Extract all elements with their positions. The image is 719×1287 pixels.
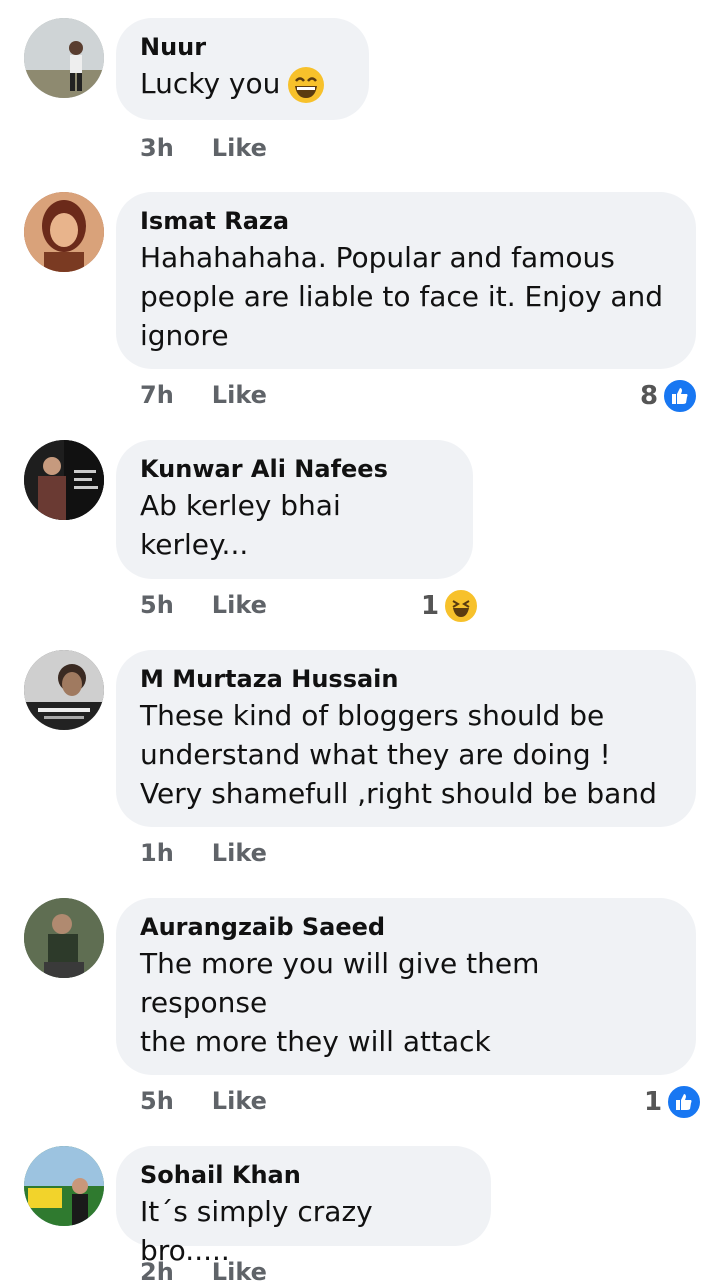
comment-actions: 7h Like (140, 381, 267, 409)
avatar[interactable] (24, 1146, 104, 1226)
like-button[interactable]: Like (212, 1087, 267, 1115)
comment-actions: 5h Like (140, 1087, 267, 1115)
comment-bubble: Nuur Lucky you (116, 18, 369, 120)
comment-bubble: Ismat Raza Hahahahaha. Popular and famou… (116, 192, 696, 369)
reaction-summary[interactable]: 8 (640, 378, 699, 414)
avatar[interactable] (24, 192, 104, 272)
comment-text: The more you will give them response the… (140, 947, 540, 1058)
like-button[interactable]: Like (212, 381, 267, 409)
comment-time[interactable]: 5h (140, 591, 174, 619)
like-button[interactable]: Like (212, 591, 267, 619)
like-button[interactable]: Like (212, 1258, 267, 1286)
reaction-count: 8 (640, 381, 659, 411)
comment-author[interactable]: Nuur (140, 32, 345, 62)
comment-author[interactable]: M Murtaza Hussain (140, 664, 672, 694)
comment-time[interactable]: 5h (140, 1087, 174, 1115)
grinning-emoji-icon (288, 67, 325, 103)
comment-actions: 3h Like (140, 134, 267, 162)
comment-bubble: Kunwar Ali Nafees Ab kerley bhai kerley.… (116, 440, 473, 579)
comment-time[interactable]: 2h (140, 1258, 174, 1286)
comment-text: These kind of bloggers should be underst… (140, 699, 657, 810)
like-button[interactable]: Like (212, 839, 267, 867)
comment-time[interactable]: 3h (140, 134, 174, 162)
comment-author[interactable]: Kunwar Ali Nafees (140, 454, 449, 484)
comment-bubble: Aurangzaib Saeed The more you will give … (116, 898, 696, 1075)
avatar[interactable] (24, 440, 104, 520)
comment-bubble: Sohail Khan It´s simply crazy bro..... (116, 1146, 491, 1267)
avatar[interactable] (24, 898, 104, 978)
reaction-summary[interactable]: 1 (644, 1084, 703, 1120)
like-reaction-icon (666, 1084, 703, 1120)
comment-actions: 2h Like (140, 1258, 267, 1286)
comment-author[interactable]: Sohail Khan (140, 1160, 467, 1190)
comment-bubble: M Murtaza Hussain These kind of bloggers… (116, 650, 696, 827)
haha-reaction-icon (443, 588, 480, 624)
avatar[interactable] (24, 650, 104, 730)
comment-actions: 1h Like (140, 839, 267, 867)
comment-author[interactable]: Aurangzaib Saeed (140, 912, 672, 942)
comment-text: Ab kerley bhai kerley... (140, 489, 341, 561)
reaction-summary[interactable]: 1 (421, 588, 480, 624)
comment-text: Hahahahaha. Popular and famous people ar… (140, 241, 663, 352)
like-button[interactable]: Like (212, 134, 267, 162)
reaction-count: 1 (421, 591, 440, 621)
avatar[interactable] (24, 18, 104, 98)
comment-text: Lucky you (140, 64, 345, 105)
comment-author[interactable]: Ismat Raza (140, 206, 672, 236)
like-reaction-icon (662, 378, 699, 414)
comment-actions: 5h Like (140, 591, 267, 619)
comment-time[interactable]: 7h (140, 381, 174, 409)
comment-time[interactable]: 1h (140, 839, 174, 867)
reaction-count: 1 (644, 1087, 663, 1117)
